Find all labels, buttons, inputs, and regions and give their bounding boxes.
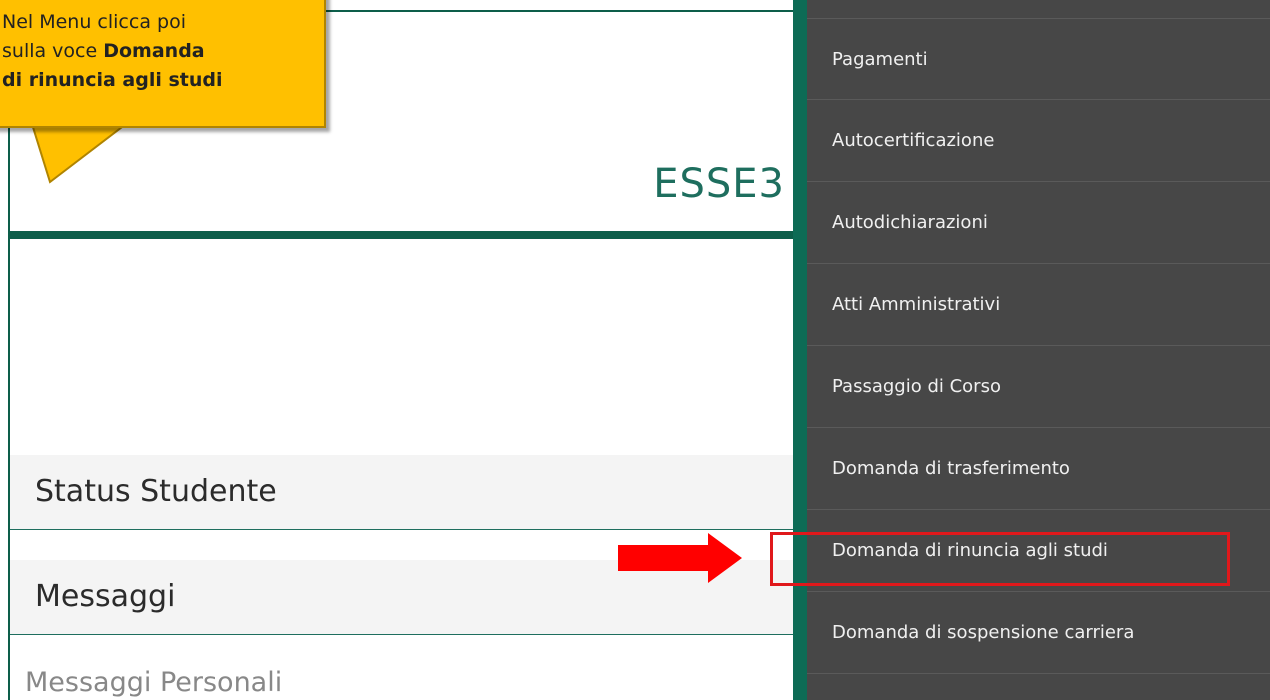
right-arrow-icon — [618, 533, 742, 583]
sidebar-item-pagamenti[interactable]: Pagamenti — [807, 18, 1270, 100]
sidebar-item-label: Atti Amministrativi — [832, 294, 1001, 315]
sidebar-item-label: Pagamenti — [832, 48, 928, 70]
highlight-rinuncia-studi — [770, 532, 1230, 586]
sidebar-item-atti-amministrativi[interactable]: Atti Amministrativi — [807, 264, 1270, 346]
sidebar-item-domanda-trasferimento[interactable]: Domanda di trasferimento — [807, 428, 1270, 510]
sidebar-item-autodichiarazioni[interactable]: Autodichiarazioni — [807, 182, 1270, 264]
callout-line-2-prefix: sulla voce — [2, 40, 104, 62]
sidebar-item-label: Autocertificazione — [832, 130, 995, 151]
callout-line-3-bold: di rinuncia agli studi — [2, 69, 223, 91]
sidebar-item-label: Domanda di trasferimento — [832, 458, 1070, 479]
sidebar-menu: Pagamenti Autocertificazione Autodichiar… — [793, 0, 1270, 700]
header-divider — [10, 231, 800, 239]
status-studente-heading[interactable]: Status Studente — [10, 455, 800, 530]
sidebar-item-autocertificazione[interactable]: Autocertificazione — [807, 100, 1270, 182]
sidebar-item-label: Domanda di sospensione carriera — [832, 622, 1135, 643]
sidebar-item-label: Passaggio di Corso — [832, 376, 1001, 397]
callout-line-2-bold: Domanda — [103, 40, 205, 62]
sidebar-item-domanda-sospensione-carriera[interactable]: Domanda di sospensione carriera — [807, 592, 1270, 674]
callout-tail — [30, 124, 128, 184]
callout-line-1: Nel Menu clicca poi — [2, 11, 186, 33]
esse3-page: ESSE3 Status Studente Messaggi Messaggi … — [0, 0, 1270, 700]
messaggi-personali-link[interactable]: Messaggi Personali — [25, 665, 282, 700]
tutorial-callout: Nel Menu clicca poi sulla voce Domanda d… — [0, 0, 326, 128]
sidebar-item-label: Autodichiarazioni — [832, 212, 988, 233]
sidebar-panel: Pagamenti Autocertificazione Autodichiar… — [807, 0, 1270, 700]
sidebar-item-passaggio-di-corso[interactable]: Passaggio di Corso — [807, 346, 1270, 428]
app-title: ESSE3 — [653, 161, 785, 207]
